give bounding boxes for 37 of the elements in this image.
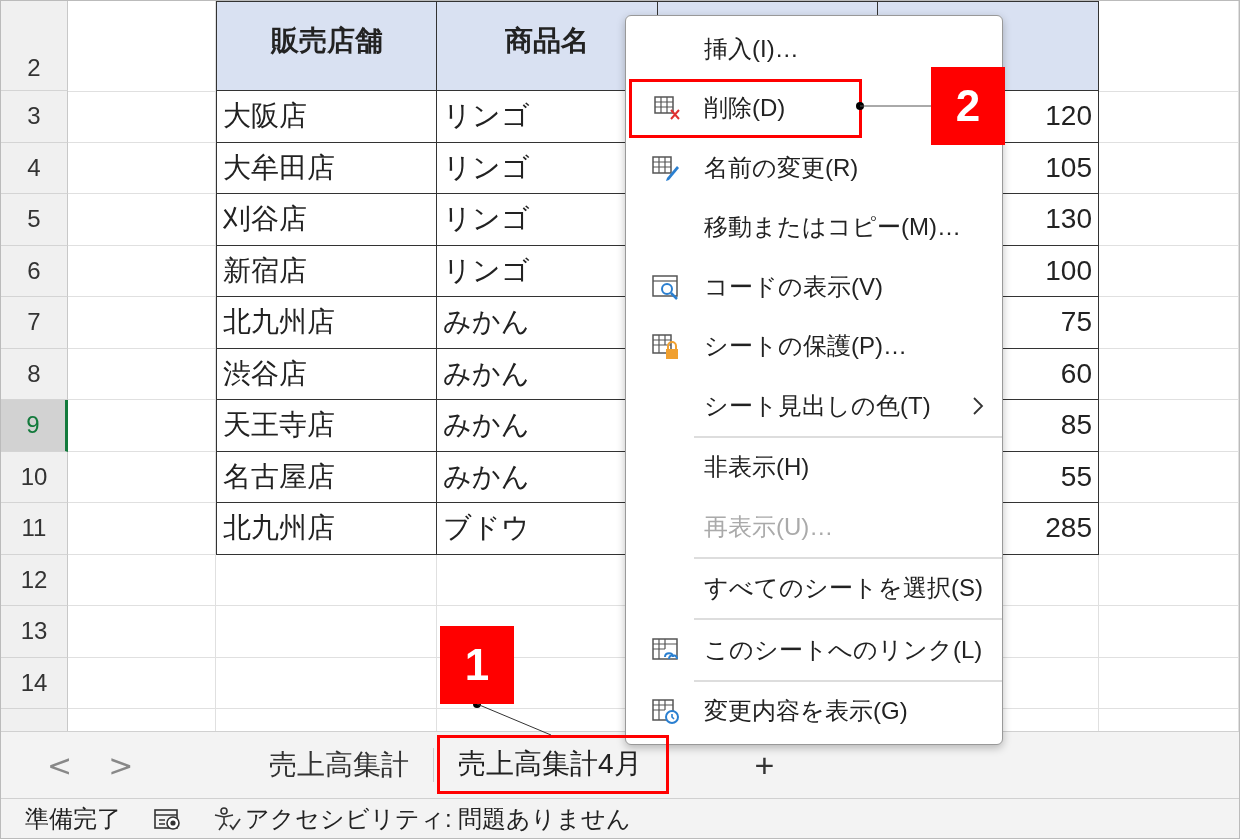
table-cell: 名古屋店 [216,451,437,503]
row-header[interactable]: 2 [1,1,68,91]
menu-item[interactable]: すべてのシートを選択(S) [626,558,1002,618]
row-header[interactable]: 12 [1,554,68,606]
row-header[interactable]: 4 [1,142,68,194]
table-cell: 北九州店 [216,297,437,349]
status-text: 準備完了 [25,803,121,834]
sheet-tab[interactable]: 売上高集計 [251,738,427,792]
table-lock-icon [651,332,679,361]
row-header[interactable]: 7 [1,297,68,349]
row-header[interactable]: 6 [1,245,68,297]
table-cell: 渋谷店 [216,348,437,400]
step-number: 1 [440,626,514,704]
menu-item[interactable]: このシートへのリンク(L) [626,620,1002,680]
table-cell: 新宿店 [216,245,437,297]
table-cell: 北九州店 [216,503,437,555]
macro-record-icon [153,806,183,831]
row-header[interactable]: 9 [1,400,68,452]
table-clock-icon [651,697,679,726]
table-cell: 刈谷店 [216,194,437,246]
row-header[interactable]: 11 [1,503,68,555]
table-cell: 大牟田店 [216,142,437,194]
column-heading: 販売店舗 [216,1,437,91]
accessibility-status: アクセシビリティ: 問題ありません [245,803,632,834]
accessibility-icon [213,805,243,832]
add-sheet-button[interactable]: + [672,745,857,785]
table-cell: 天王寺店 [216,400,437,452]
step-number: 2 [931,67,1005,145]
row-header[interactable]: 14 [1,657,68,709]
code-magnifier-icon [651,272,679,301]
row-header[interactable]: 3 [1,91,68,143]
row-header[interactable]: 10 [1,451,68,503]
row-header[interactable]: 13 [1,606,68,658]
table-cell: 大阪店 [216,91,437,143]
row-header[interactable]: 8 [1,348,68,400]
table-pencil-icon [651,153,679,182]
row-header[interactable]: 5 [1,194,68,246]
